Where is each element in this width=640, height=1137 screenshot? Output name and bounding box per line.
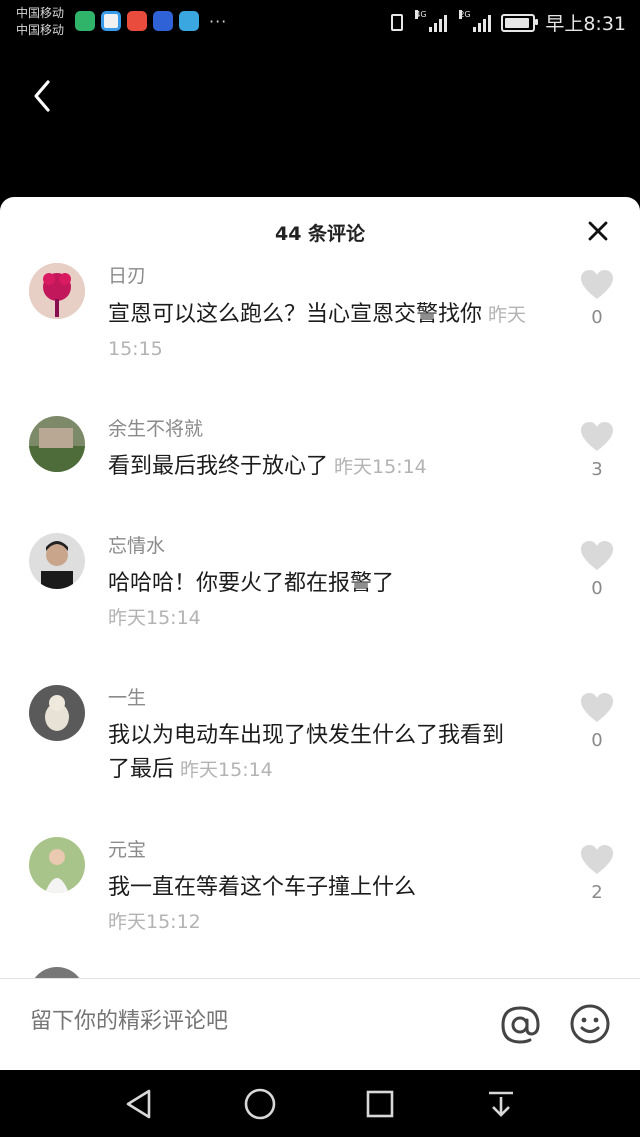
- flower-avatar-image: [29, 263, 85, 319]
- like-count: 2: [591, 882, 603, 903]
- carrier-1: 中国移动: [16, 6, 65, 20]
- comment-text: 宣恩可以这么跑么？当心宣恩交警找你 昨天15:15: [108, 298, 538, 366]
- heart-icon: [581, 541, 613, 570]
- nav-home-button[interactable]: [243, 1087, 277, 1121]
- like-count: 0: [591, 578, 603, 599]
- circle-home-icon: [244, 1088, 276, 1120]
- heart-icon: [581, 845, 613, 874]
- pull-down-icon: [489, 1091, 513, 1117]
- username[interactable]: 日刃: [108, 261, 146, 288]
- avatar[interactable]: [29, 263, 85, 319]
- comment-count-title: 44 条评论: [274, 223, 366, 245]
- comment-input[interactable]: [30, 1009, 470, 1034]
- like-button[interactable]: 2: [580, 844, 614, 903]
- comment-body: 我一直在等着这个车子撞上什么: [108, 875, 417, 900]
- like-count: 3: [591, 459, 603, 480]
- heart-icon: [581, 270, 613, 299]
- mention-button[interactable]: [498, 1003, 542, 1047]
- comment-body: 我以为电动车出现了快发生什么了我看到了最后: [108, 723, 505, 782]
- heart-icon: [581, 422, 613, 451]
- comment-text: 我以为电动车出现了快发生什么了我看到了最后 昨天15:14: [108, 719, 518, 787]
- smiley-icon: [570, 1004, 610, 1044]
- heart-icon: [581, 693, 613, 722]
- like-count: 0: [591, 307, 603, 328]
- avatar[interactable]: [29, 685, 85, 741]
- net-type-1: 4G: [415, 9, 427, 19]
- comment-time: 昨天15:14: [334, 456, 427, 478]
- close-button[interactable]: [584, 217, 612, 245]
- comment-text: 哈哈哈！你要火了都在报警了 昨天15:14: [108, 567, 538, 635]
- more-notifications-icon: ···: [209, 11, 228, 31]
- comment-input-bar: [0, 978, 640, 1071]
- map-app-icon: [127, 11, 147, 31]
- close-icon: [588, 221, 608, 241]
- system-nav-bar: [0, 1070, 640, 1137]
- avatar[interactable]: [29, 837, 85, 893]
- nav-notification-button[interactable]: [484, 1087, 518, 1121]
- signal-2g-icon: 2G: [459, 9, 492, 32]
- clock: 早上8:31: [545, 13, 626, 35]
- username[interactable]: 余生不将就: [108, 414, 203, 441]
- back-button[interactable]: [24, 74, 64, 118]
- emoji-button[interactable]: [569, 1003, 611, 1045]
- comment-time: 昨天15:14: [180, 759, 273, 781]
- comment-body: 宣恩可以这么跑么？当心宣恩交警找你: [108, 302, 483, 327]
- at-sign-icon: [501, 1006, 540, 1044]
- status-right: 4G 2G 早上8:31: [391, 9, 626, 36]
- carrier-2: 中国移动: [16, 23, 65, 37]
- chevron-left-icon: [34, 80, 50, 112]
- signal-4g-icon: 4G: [415, 9, 448, 32]
- like-button[interactable]: 0: [580, 540, 614, 599]
- comment-text: 我一直在等着这个车子撞上什么 昨天15:12: [108, 871, 538, 939]
- notification-icons: ···: [75, 11, 227, 31]
- like-button[interactable]: 0: [580, 692, 614, 751]
- avatar[interactable]: [29, 416, 85, 472]
- vibrate-icon: [391, 14, 404, 31]
- browser-app-icon: [101, 11, 121, 31]
- comment-text: 看到最后我终于放心了 昨天15:14: [108, 450, 538, 484]
- triangle-back-icon: [126, 1089, 151, 1119]
- comment-body: 看到最后我终于放心了: [108, 454, 329, 479]
- carrier-labels: 中国移动 中国移动: [16, 5, 64, 39]
- nav-back-button[interactable]: [122, 1087, 156, 1121]
- comment-time: 昨天15:14: [108, 607, 201, 629]
- baidu-paw-icon: [153, 11, 173, 31]
- comment-time: 昨天15:12: [108, 911, 201, 933]
- like-count: 0: [591, 730, 603, 751]
- username[interactable]: 忘情水: [108, 531, 165, 558]
- comments-sheet: 44 条评论 日刃 宣恩可以这么跑么？当心宣恩交警找你 昨天15:15 0 余生…: [0, 197, 640, 1070]
- status-bar: 中国移动 中国移动 ··· 4G 2G 早上8:31: [0, 0, 640, 44]
- net-type-2: 2G: [459, 9, 471, 19]
- username[interactable]: 元宝: [108, 835, 146, 862]
- dog-avatar-image: [29, 685, 85, 741]
- square-recents-icon: [366, 1090, 394, 1118]
- battery-icon: [501, 13, 539, 32]
- landscape-avatar-image: [29, 416, 85, 472]
- nav-recents-button[interactable]: [363, 1087, 397, 1121]
- comment-body: 哈哈哈！你要火了都在报警了: [108, 571, 395, 596]
- person-avatar-image: [29, 533, 85, 589]
- like-button[interactable]: 3: [580, 421, 614, 480]
- video-app-icon: [75, 11, 95, 31]
- swirl-app-icon: [179, 11, 199, 31]
- like-button[interactable]: 0: [580, 269, 614, 328]
- username[interactable]: 一生: [108, 683, 146, 710]
- portrait-avatar-image: [29, 837, 85, 893]
- avatar[interactable]: [29, 533, 85, 589]
